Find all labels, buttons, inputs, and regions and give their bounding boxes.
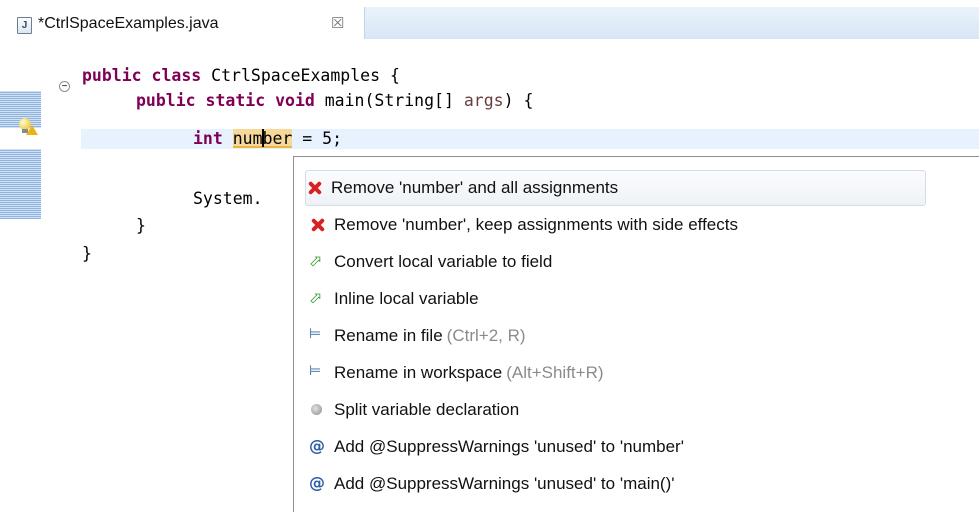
quick-fix-item[interactable]: Remove 'number', keep assignments with s… [309, 207, 929, 243]
item-shortcut: (Ctrl+2, R) [446, 326, 526, 345]
item-label: Split variable declaration [334, 400, 520, 419]
item-label: Inline local variable [334, 289, 479, 308]
change-arrow-icon: ⬀ [309, 290, 323, 307]
item-label: Convert local variable to field [334, 252, 553, 271]
tab-ctrlspaceexamples[interactable]: J *CtrlSpaceExamples.java ☒ [0, 7, 365, 39]
quick-fix-item[interactable]: ⊨ Rename in file (Ctrl+2, R) [309, 318, 929, 354]
fold-toggle-icon[interactable]: − [59, 81, 70, 92]
overview-ruler [0, 91, 41, 219]
rename-icon: ⊨ [309, 363, 322, 379]
code-line-3: int number = 5; [193, 129, 343, 148]
code-line-4: System. [193, 189, 263, 208]
item-label: Add @SuppressWarnings 'unused' to 'numbe… [334, 437, 684, 456]
item-shortcut: (Alt+Shift+R) [506, 363, 604, 382]
item-label: Add @SuppressWarnings 'unused' to 'main(… [334, 474, 675, 493]
quick-fix-item[interactable]: Split variable declaration [309, 392, 929, 428]
quick-fix-popup: Remove 'number' and all assignments Remo… [293, 156, 979, 512]
quick-fix-item[interactable]: ⬀ Convert local variable to field [309, 244, 929, 280]
quick-fix-item[interactable]: ⊨ Rename in workspace (Alt+Shift+R) [309, 355, 929, 391]
variable-occurrence[interactable]: number [232, 129, 293, 148]
item-label: Remove 'number' and all assignments [331, 178, 619, 197]
quick-fix-warning-icon[interactable] [19, 118, 38, 135]
tab-title: *CtrlSpaceExamples.java [38, 15, 219, 32]
quick-fix-item[interactable]: ⬀ Inline local variable [309, 281, 929, 317]
code-line-5: } [136, 216, 146, 235]
tab-strip-background [364, 7, 979, 40]
annotation-icon: @ [309, 436, 325, 455]
code-line-2: public static void main(String[] args) { [136, 91, 534, 110]
code-line-1: public class CtrlSpaceExamples { [82, 66, 400, 85]
java-file-icon: J [17, 17, 32, 34]
item-label: Remove 'number', keep assignments with s… [334, 215, 738, 234]
delete-icon [306, 179, 324, 197]
annotation-icon: @ [309, 473, 325, 492]
code-line-6: } [82, 244, 92, 263]
close-icon[interactable]: ☒ [331, 14, 344, 32]
quick-fix-item[interactable]: @ Add @SuppressWarnings 'unused' to 'num… [309, 429, 929, 465]
item-label: Rename in workspace [334, 363, 503, 382]
change-arrow-icon: ⬀ [309, 253, 323, 270]
rename-icon: ⊨ [309, 326, 322, 342]
item-label: Rename in file [334, 326, 443, 345]
warning-icon [26, 125, 38, 135]
quick-fix-item[interactable]: @ Add @SuppressWarnings 'unused' to 'mai… [309, 466, 929, 502]
quick-fix-item[interactable]: Remove 'number' and all assignments [305, 170, 926, 206]
editor-tab-bar: J *CtrlSpaceExamples.java ☒ [0, 0, 979, 40]
delete-icon [309, 216, 327, 234]
split-icon [309, 401, 327, 419]
